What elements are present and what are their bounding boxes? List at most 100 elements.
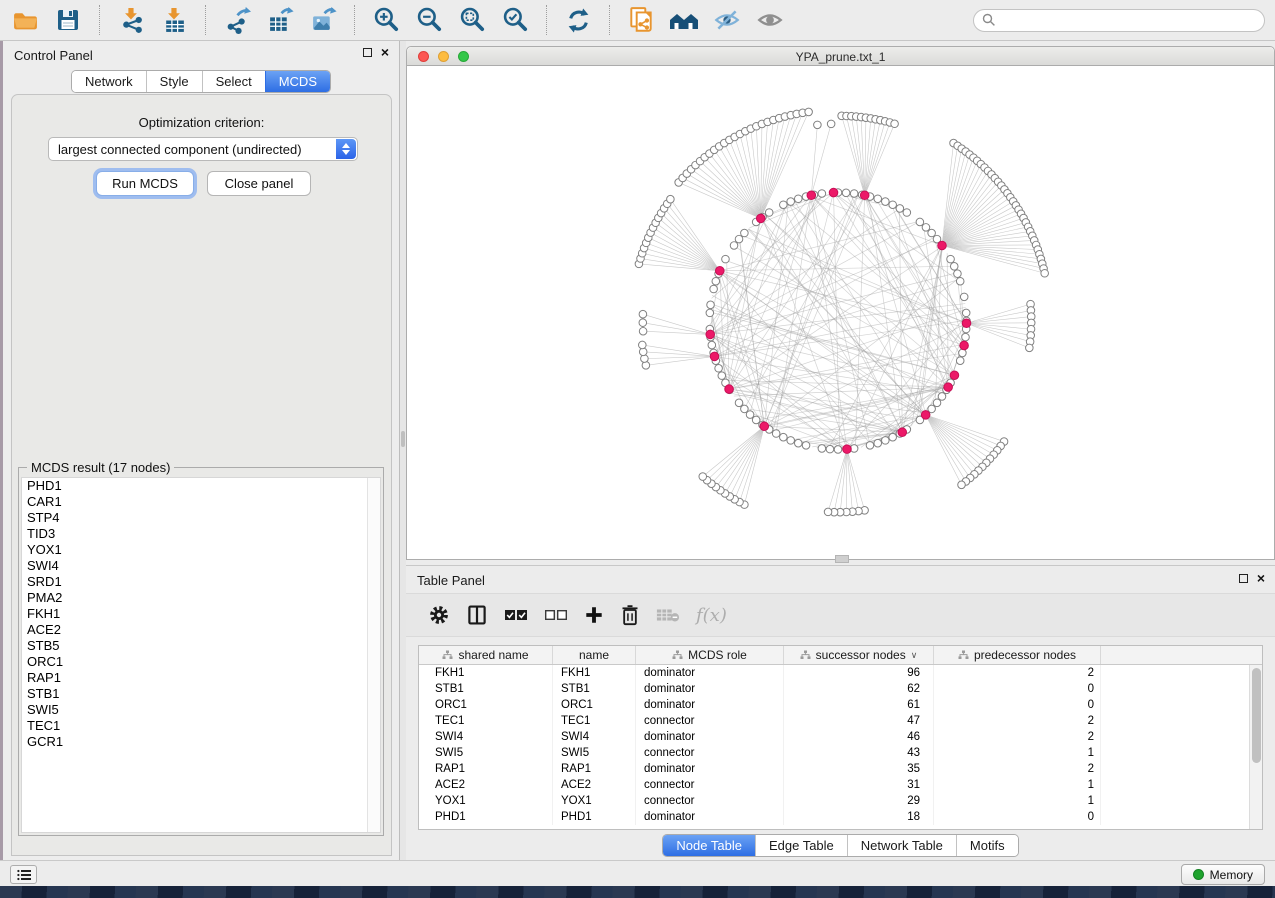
mcds-result-item[interactable]: SWI5 — [22, 702, 380, 718]
tab-select[interactable]: Select — [202, 71, 265, 92]
network-canvas[interactable] — [407, 66, 1274, 559]
memory-button[interactable]: Memory — [1181, 864, 1265, 885]
mcds-result-groupbox: MCDS result (17 nodes) PHD1CAR1STP4TID3Y… — [18, 467, 384, 836]
network-graph[interactable] — [407, 66, 1274, 559]
mcds-result-item[interactable]: CAR1 — [22, 494, 380, 510]
scrollbar-thumb[interactable] — [1252, 668, 1261, 763]
mcds-result-item[interactable]: STB5 — [22, 638, 380, 654]
mcds-result-item[interactable]: PHD1 — [22, 478, 380, 494]
table-cell: dominator — [636, 665, 784, 681]
table-settings-icon[interactable] — [428, 601, 450, 629]
table-cell: TEC1 — [419, 713, 553, 729]
save-session-icon[interactable] — [53, 5, 83, 35]
mcds-result-item[interactable]: RAP1 — [22, 670, 380, 686]
tab-node-table[interactable]: Node Table — [663, 835, 755, 856]
mcds-result-list[interactable]: PHD1CAR1STP4TID3YOX1SWI4SRD1PMA2FKH1ACE2… — [21, 477, 381, 833]
table-row[interactable]: ACE2ACE2connector311 — [419, 777, 1249, 793]
tab-network-table[interactable]: Network Table — [847, 835, 956, 856]
table-row[interactable]: PHD1PHD1dominator180 — [419, 809, 1249, 825]
zoom-out-icon[interactable] — [414, 5, 444, 35]
node-table[interactable]: shared namenameMCDS rolesuccessor nodes∨… — [418, 645, 1263, 830]
mcds-result-item[interactable]: TID3 — [22, 526, 380, 542]
float-panel-icon[interactable] — [363, 48, 372, 57]
table-cell: 61 — [784, 697, 934, 713]
table-row[interactable]: FKH1FKH1dominator962 — [419, 665, 1249, 681]
table-cell: connector — [636, 713, 784, 729]
mcds-result-item[interactable]: GCR1 — [22, 734, 380, 750]
desktop-background-strip — [0, 886, 1275, 898]
mcds-result-item[interactable]: STP4 — [22, 510, 380, 526]
hide-selected-eye-icon[interactable] — [712, 5, 742, 35]
export-network-icon[interactable] — [222, 5, 252, 35]
close-panel-icon[interactable]: × — [381, 47, 389, 57]
table-panel-tabbar: Node TableEdge TableNetwork TableMotifs — [406, 834, 1275, 857]
table-cell: 47 — [784, 713, 934, 729]
network-document-icon[interactable] — [626, 5, 656, 35]
tab-mcds[interactable]: MCDS — [265, 71, 330, 92]
add-column-icon[interactable] — [584, 601, 604, 629]
function-builder-icon[interactable]: f(x) — [696, 605, 727, 626]
mcds-result-item[interactable]: PMA2 — [22, 590, 380, 606]
mcds-result-item[interactable]: FKH1 — [22, 606, 380, 622]
float-table-panel-icon[interactable] — [1239, 574, 1248, 583]
show-column-panel-icon[interactable] — [466, 601, 488, 629]
mcds-result-item[interactable]: TEC1 — [22, 718, 380, 734]
table-cell: 0 — [934, 681, 1101, 697]
table-cell: 1 — [934, 745, 1101, 761]
table-row[interactable]: YOX1YOX1connector291 — [419, 793, 1249, 809]
export-table-icon[interactable] — [265, 5, 295, 35]
tab-motifs[interactable]: Motifs — [956, 835, 1018, 856]
delete-columns-icon[interactable] — [620, 601, 640, 629]
table-cell: dominator — [636, 809, 784, 825]
network-view-window: YPA_prune.txt_1 — [406, 46, 1275, 560]
apply-layout-icon[interactable] — [563, 5, 593, 35]
tab-network[interactable]: Network — [72, 71, 146, 92]
zoom-fit-icon[interactable] — [457, 5, 487, 35]
column-header-shared-name[interactable]: shared name — [419, 646, 553, 664]
splitter-handle[interactable] — [401, 431, 405, 447]
mcds-result-title: MCDS result (17 nodes) — [27, 460, 174, 475]
close-panel-button[interactable]: Close panel — [207, 171, 311, 196]
optimization-criterion-select[interactable]: largest connected component (undirected) — [48, 137, 358, 161]
import-table-icon[interactable] — [159, 5, 189, 35]
select-all-columns-icon[interactable] — [504, 601, 528, 629]
mcds-result-item[interactable]: YOX1 — [22, 542, 380, 558]
column-header-successor-nodes[interactable]: successor nodes∨ — [784, 646, 934, 664]
mcds-result-item[interactable]: SRD1 — [22, 574, 380, 590]
run-mcds-button[interactable]: Run MCDS — [96, 171, 194, 196]
column-header-MCDS-role[interactable]: MCDS role — [636, 646, 784, 664]
show-all-eye-icon[interactable] — [755, 5, 785, 35]
close-table-panel-icon[interactable]: × — [1257, 573, 1265, 583]
table-row[interactable]: TEC1TEC1connector472 — [419, 713, 1249, 729]
import-network-icon[interactable] — [116, 5, 146, 35]
first-neighbors-icon[interactable] — [669, 5, 699, 35]
select-stepper-icon — [336, 139, 356, 159]
table-row[interactable]: RAP1RAP1dominator352 — [419, 761, 1249, 777]
table-row[interactable]: STB1STB1dominator620 — [419, 681, 1249, 697]
table-cell: dominator — [636, 681, 784, 697]
search-field[interactable] — [973, 9, 1265, 32]
open-session-icon[interactable] — [10, 5, 40, 35]
result-list-scrollbar[interactable] — [367, 478, 380, 832]
task-history-button[interactable] — [10, 865, 37, 884]
network-window-titlebar[interactable]: YPA_prune.txt_1 — [407, 47, 1274, 66]
mcds-result-item[interactable]: ORC1 — [22, 654, 380, 670]
table-row[interactable]: ORC1ORC1dominator610 — [419, 697, 1249, 713]
node-table-scrollbar[interactable] — [1249, 665, 1262, 829]
deselect-all-columns-icon[interactable] — [544, 601, 568, 629]
table-row[interactable]: SWI4SWI4dominator462 — [419, 729, 1249, 745]
table-row[interactable]: SWI5SWI5connector431 — [419, 745, 1249, 761]
mcds-result-item[interactable]: SWI4 — [22, 558, 380, 574]
column-header-name[interactable]: name — [553, 646, 636, 664]
search-input[interactable] — [1001, 13, 1256, 27]
horizontal-splitter-handle[interactable] — [835, 555, 849, 563]
zoom-selected-icon[interactable] — [500, 5, 530, 35]
tab-style[interactable]: Style — [146, 71, 202, 92]
tab-edge-table[interactable]: Edge Table — [755, 835, 847, 856]
export-image-icon[interactable] — [308, 5, 338, 35]
delete-table-icon[interactable] — [656, 601, 680, 629]
column-header-predecessor-nodes[interactable]: predecessor nodes — [934, 646, 1101, 664]
mcds-result-item[interactable]: ACE2 — [22, 622, 380, 638]
zoom-in-icon[interactable] — [371, 5, 401, 35]
mcds-result-item[interactable]: STB1 — [22, 686, 380, 702]
